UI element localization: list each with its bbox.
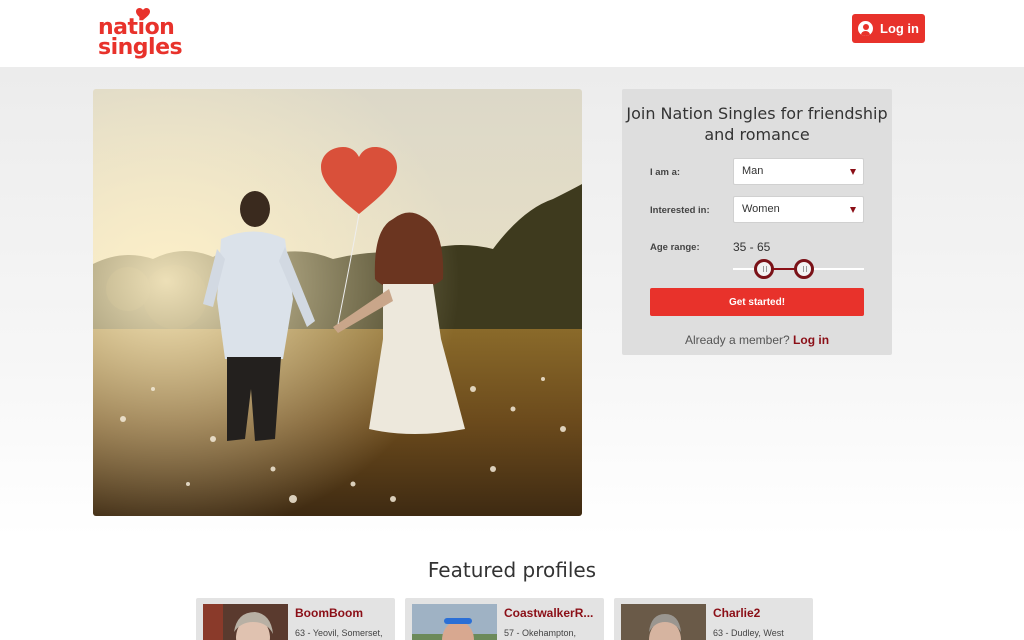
profile-name[interactable]: BoomBoom (295, 606, 393, 620)
profile-name[interactable]: CoastwalkerR... (504, 606, 602, 620)
get-started-button[interactable]: Get started! (650, 288, 864, 316)
member-login-link[interactable]: Log in (793, 333, 829, 347)
logo-text-singles: singles (98, 35, 183, 60)
profile-location: 57 - Okehampton, (504, 628, 577, 638)
profile-name[interactable]: Charlie2 (713, 606, 811, 620)
profile-card[interactable]: CoastwalkerR... 57 - Okehampton, (405, 598, 604, 640)
profile-location: 63 - Dudley, West (713, 628, 784, 638)
profile-card[interactable]: BoomBoom 63 - Yeovil, Somerset, (196, 598, 395, 640)
hero-couple-photo (93, 89, 582, 516)
profile-location: 63 - Yeovil, Somerset, (295, 628, 383, 638)
i-am-label: I am a: (650, 167, 681, 178)
interested-in-value: Women (742, 203, 780, 215)
profile-photo (203, 604, 288, 640)
profile-card[interactable]: Charlie2 63 - Dudley, West (614, 598, 813, 640)
header-login-label: Log in (880, 21, 919, 36)
age-range-value: 35 - 65 (733, 240, 771, 254)
age-range-label: Age range: (650, 242, 700, 253)
header-login-button[interactable]: Log in (852, 14, 925, 43)
age-min-handle[interactable] (754, 259, 774, 279)
interested-in-select[interactable]: Women (733, 196, 864, 223)
user-circle-icon (858, 21, 873, 36)
already-member-text: Already a member? Log in (622, 333, 892, 347)
site-header: nation singles Log in (0, 0, 1024, 67)
signup-panel: Join Nation Singles for friendship and r… (622, 89, 892, 355)
caret-down-icon (850, 207, 856, 213)
profile-photo (412, 604, 497, 640)
hero-section: Join Nation Singles for friendship and r… (0, 67, 1024, 537)
signup-title: Join Nation Singles for friendship and r… (626, 104, 888, 144)
already-member-label: Already a member? (684, 333, 790, 347)
profile-photo (621, 604, 706, 640)
featured-profiles-title: Featured profiles (427, 558, 597, 582)
i-am-select[interactable]: Man (733, 158, 864, 185)
caret-down-icon (850, 169, 856, 175)
i-am-value: Man (742, 165, 764, 177)
site-logo[interactable]: nation singles (98, 8, 188, 64)
interested-in-label: Interested in: (650, 205, 710, 216)
age-max-handle[interactable] (794, 259, 814, 279)
